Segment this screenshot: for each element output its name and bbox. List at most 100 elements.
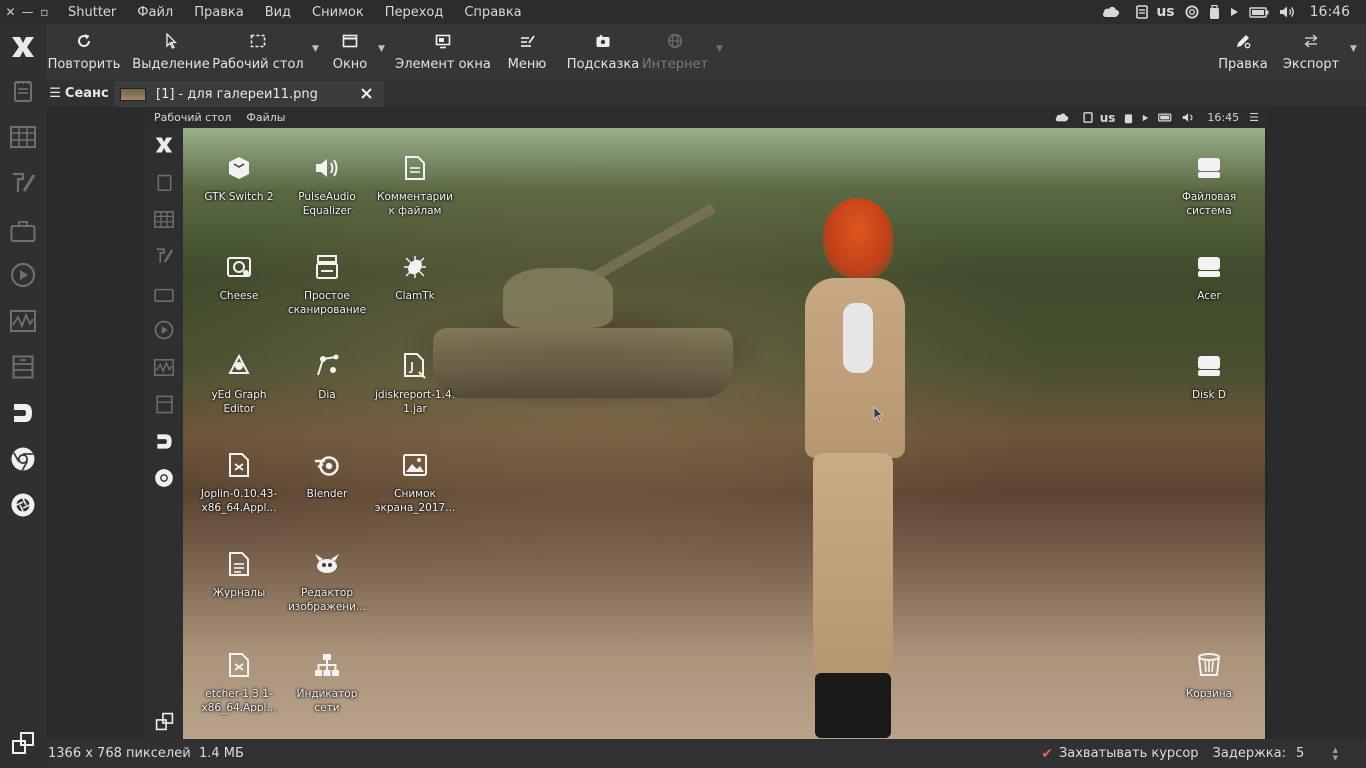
- clock[interactable]: 16:46: [1310, 4, 1350, 20]
- export-dropdown-arrow[interactable]: ▼: [1350, 44, 1357, 54]
- internet-label: Интернет: [641, 57, 709, 72]
- captured-wallpaper: GTK Switch 2 Cheese yEd Graph Editor Jop…: [183, 128, 1265, 739]
- status-bar: 1366 x 768 пикселей 1.4 МБ ✔ Захватывать…: [46, 739, 1366, 768]
- menu-capture-button[interactable]: Меню: [504, 24, 550, 79]
- desktop-icon-filesystem: Файловая система: [1164, 153, 1254, 218]
- captured-spreadsheet-icon: [150, 206, 178, 232]
- trash-icon: [1194, 650, 1224, 680]
- window-element-button[interactable]: Элемент окна: [395, 24, 491, 79]
- hamburger-icon: ☰: [49, 85, 61, 101]
- delay-spinbox[interactable]: 5 ▲ ▼: [1296, 743, 1338, 765]
- appimage-icon: [224, 650, 254, 680]
- usb-drive-icon[interactable]: [1209, 0, 1220, 24]
- app-name[interactable]: Shutter: [68, 5, 116, 20]
- menu-go[interactable]: Переход: [385, 5, 444, 20]
- window-dropdown-arrow[interactable]: ▼: [378, 44, 385, 54]
- repeat-button[interactable]: Повторить: [48, 24, 120, 79]
- tab-bar: ☰ Сеанс [1] - для галереи11.png: [46, 79, 1366, 107]
- delay-label: Задержка:: [1212, 746, 1286, 761]
- screenshot-preview[interactable]: Рабочий стол Файлы us 16:45 ☰ GTK Switch…: [145, 107, 1267, 739]
- menu-edit[interactable]: Правка: [194, 5, 243, 20]
- media-player-icon[interactable]: [6, 258, 40, 292]
- edit-icon: [1235, 32, 1251, 50]
- globe-icon: [667, 32, 683, 50]
- captured-keyboard-layout: us: [1099, 110, 1116, 125]
- spin-arrows-icon[interactable]: ▲ ▼: [1333, 746, 1338, 762]
- webcam-icon: [224, 252, 254, 282]
- tab-session[interactable]: ☰ Сеанс: [46, 79, 112, 107]
- menu-view[interactable]: Вид: [265, 5, 291, 20]
- notes-icon[interactable]: [6, 74, 40, 108]
- captured-menu-files: Файлы: [246, 111, 286, 124]
- minimize-window-button[interactable]: —: [19, 0, 36, 24]
- selection-label: Выделение: [132, 57, 210, 72]
- appimage-icon: [224, 450, 254, 480]
- desktop-icon-label: yEd Graph Editor: [211, 389, 267, 415]
- tab-screenshot-file[interactable]: [1] - для галереи11.png: [114, 81, 384, 107]
- lifebuoy-icon[interactable]: [1185, 0, 1199, 24]
- app-d-icon[interactable]: [6, 396, 40, 430]
- camera-aperture-icon[interactable]: [6, 488, 40, 522]
- desktop-icon-blender: Blender: [282, 450, 372, 501]
- blender-icon: [312, 450, 342, 480]
- edit-label: Правка: [1218, 57, 1268, 72]
- tooltip-button[interactable]: Подсказка: [567, 24, 639, 79]
- edit-button[interactable]: Правка: [1216, 24, 1270, 79]
- captured-chrome-icon: [150, 465, 178, 491]
- tab-file-label: [1] - для галереи11.png: [156, 86, 318, 102]
- delay-value[interactable]: 5: [1296, 746, 1304, 761]
- archive-icon[interactable]: [6, 350, 40, 384]
- graph-editor-icon: [224, 351, 254, 381]
- briefcase-icon[interactable]: [6, 214, 40, 248]
- wallpaper-tank: [433, 328, 733, 398]
- preview-area[interactable]: Рабочий стол Файлы us 16:45 ☰ GTK Switch…: [46, 107, 1366, 739]
- drive-icon: [1194, 351, 1224, 381]
- image-info: 1366 x 768 пикселей 1.4 МБ: [48, 746, 244, 761]
- cloud-icon[interactable]: [1102, 0, 1120, 24]
- desktop-icon-acer: Acer: [1164, 252, 1254, 303]
- desktop-icon-gtk-switch: GTK Switch 2: [194, 153, 284, 204]
- maximize-window-button[interactable]: ▫: [36, 0, 53, 24]
- vector-editor-icon[interactable]: [6, 166, 40, 200]
- selection-button[interactable]: Выделение: [132, 24, 210, 79]
- window-button[interactable]: Окно: [330, 24, 370, 79]
- desktop-icon-dia: Dia: [282, 351, 372, 402]
- workspace-switcher-icon[interactable]: [6, 726, 40, 760]
- wallpaper-tank-gun: [580, 203, 716, 288]
- captured-dock: [145, 128, 183, 739]
- capture-cursor-checkbox[interactable]: ✔: [1041, 746, 1053, 762]
- clipboard-icon[interactable]: [1136, 0, 1149, 24]
- system-monitor-icon[interactable]: [6, 304, 40, 338]
- battery-icon[interactable]: [1248, 0, 1269, 24]
- internet-button[interactable]: Интернет: [641, 24, 709, 79]
- dock-logo-icon[interactable]: [6, 30, 40, 64]
- chrome-icon[interactable]: [6, 442, 40, 476]
- desktop-button[interactable]: Рабочий стол: [212, 24, 304, 79]
- internet-dropdown-arrow[interactable]: ▼: [716, 44, 723, 54]
- desktop-icon-yed: yEd Graph Editor: [194, 351, 284, 416]
- desktop-icon-disk-d: Disk D: [1164, 351, 1254, 402]
- desktop-dropdown-arrow[interactable]: ▼: [312, 44, 319, 54]
- menu-screenshot[interactable]: Снимок: [312, 5, 364, 20]
- desktop-icon-cheese: Cheese: [194, 252, 284, 303]
- capture-cursor-label[interactable]: Захватывать курсор: [1059, 746, 1199, 761]
- desktop-icon-label: Комментарии к файлам: [377, 191, 453, 217]
- captured-tray: us 16:45 ☰: [1046, 107, 1267, 128]
- spreadsheet-icon[interactable]: [6, 120, 40, 154]
- menu-help[interactable]: Справка: [464, 5, 521, 20]
- wallpaper-boots: [815, 673, 891, 738]
- play-icon[interactable]: [1230, 0, 1239, 24]
- menu-file[interactable]: Файл: [137, 5, 173, 20]
- captured-volume-icon: [1182, 112, 1195, 123]
- captured-battery-icon: [1158, 113, 1173, 122]
- tab-close-icon[interactable]: [358, 85, 374, 101]
- captured-menu-desktop: Рабочий стол: [154, 111, 232, 124]
- close-window-button[interactable]: ✕: [2, 0, 19, 24]
- desktop-icon-label: Disk D: [1192, 389, 1226, 401]
- export-button[interactable]: Экспорт: [1280, 24, 1342, 79]
- volume-icon[interactable]: [1279, 0, 1296, 24]
- desktop-icon-label: Joplin-0.10.43- x86_64.Appl...: [200, 488, 278, 514]
- desktop-icon-etcher: etcher-1.3.1- x86_64.Appl...: [194, 650, 284, 715]
- captured-briefcase-icon: [150, 280, 178, 306]
- keyboard-layout-indicator[interactable]: us: [1156, 4, 1174, 20]
